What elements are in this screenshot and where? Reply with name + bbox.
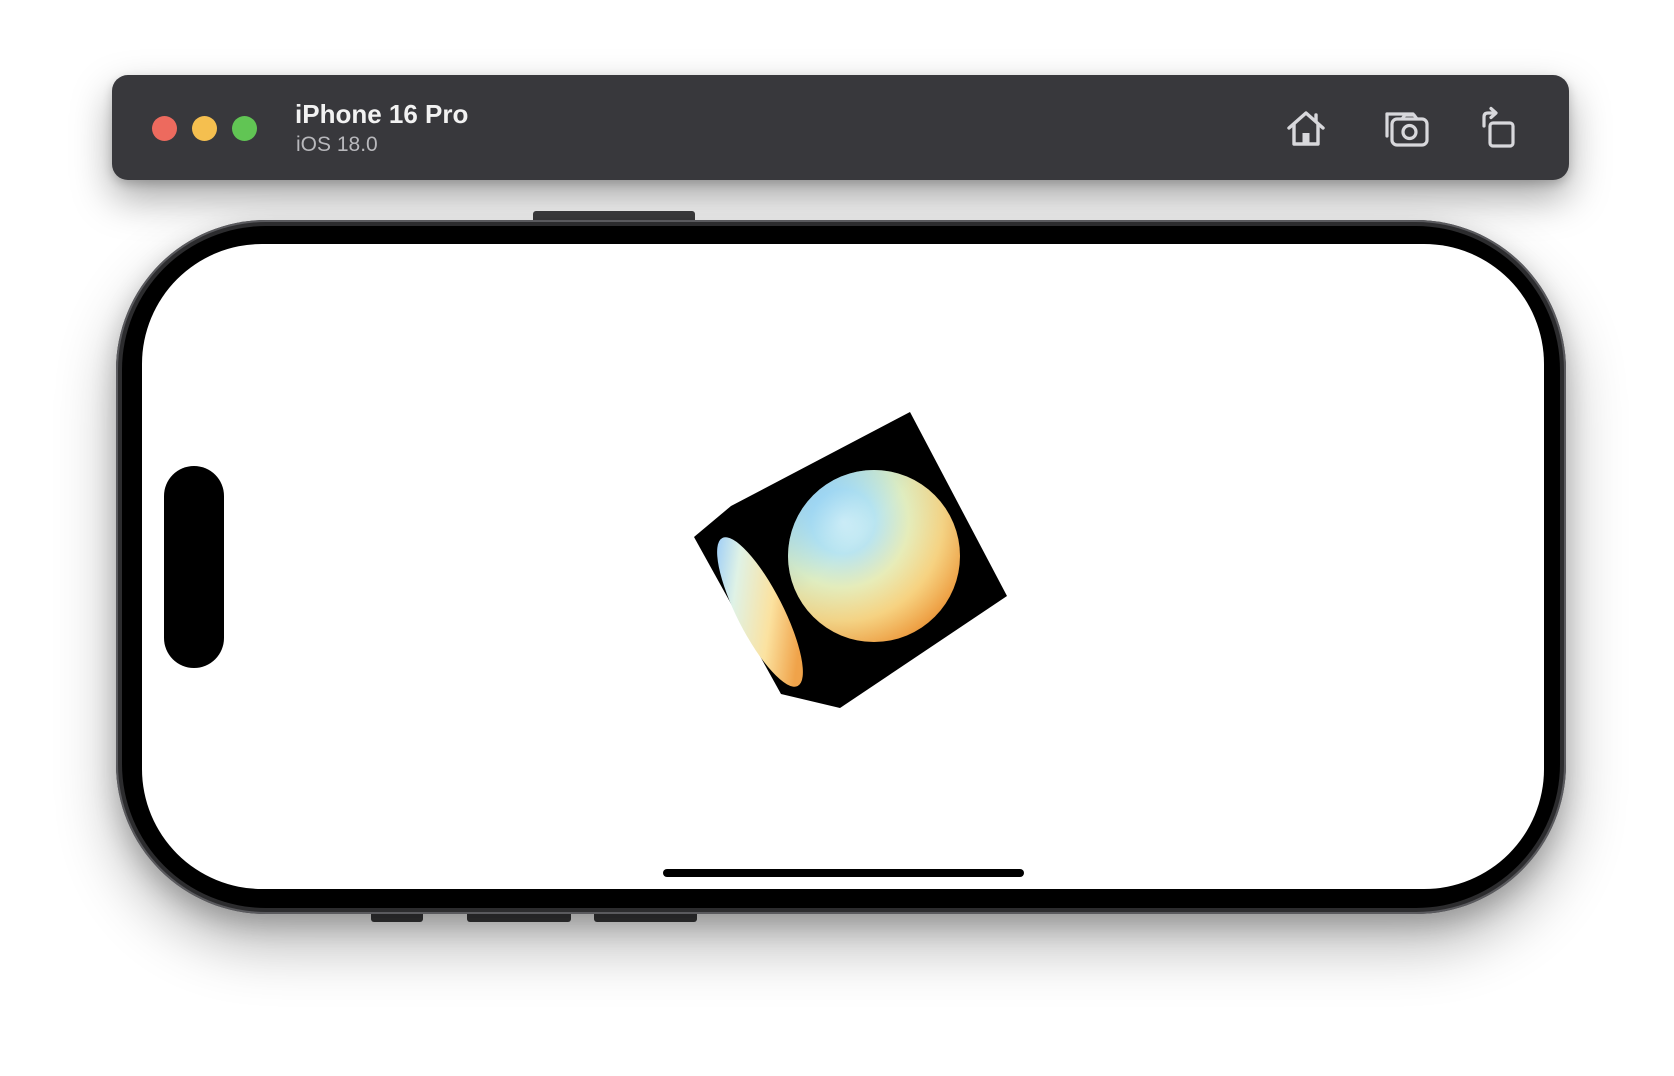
device-screen[interactable]: [142, 244, 1544, 889]
volume-up-button: [467, 914, 571, 922]
device-name: iPhone 16 Pro: [295, 99, 469, 129]
silent-switch: [371, 914, 423, 922]
os-version: iOS 18.0: [296, 133, 378, 156]
volume-down-button: [594, 914, 697, 922]
screenshot-button[interactable]: [1382, 103, 1432, 153]
rotate-icon: [1482, 106, 1515, 148]
home-button[interactable]: [1281, 103, 1331, 153]
rotate-button[interactable]: [1473, 103, 1523, 153]
dynamic-island: [164, 466, 224, 668]
zoom-window-button[interactable]: [232, 116, 257, 141]
home-indicator[interactable]: [663, 869, 1024, 877]
action-button: [533, 211, 695, 220]
camera-icon: [1385, 112, 1429, 147]
minimize-window-button[interactable]: [192, 116, 217, 141]
house-icon: [1287, 111, 1325, 146]
close-window-button[interactable]: [152, 116, 177, 141]
